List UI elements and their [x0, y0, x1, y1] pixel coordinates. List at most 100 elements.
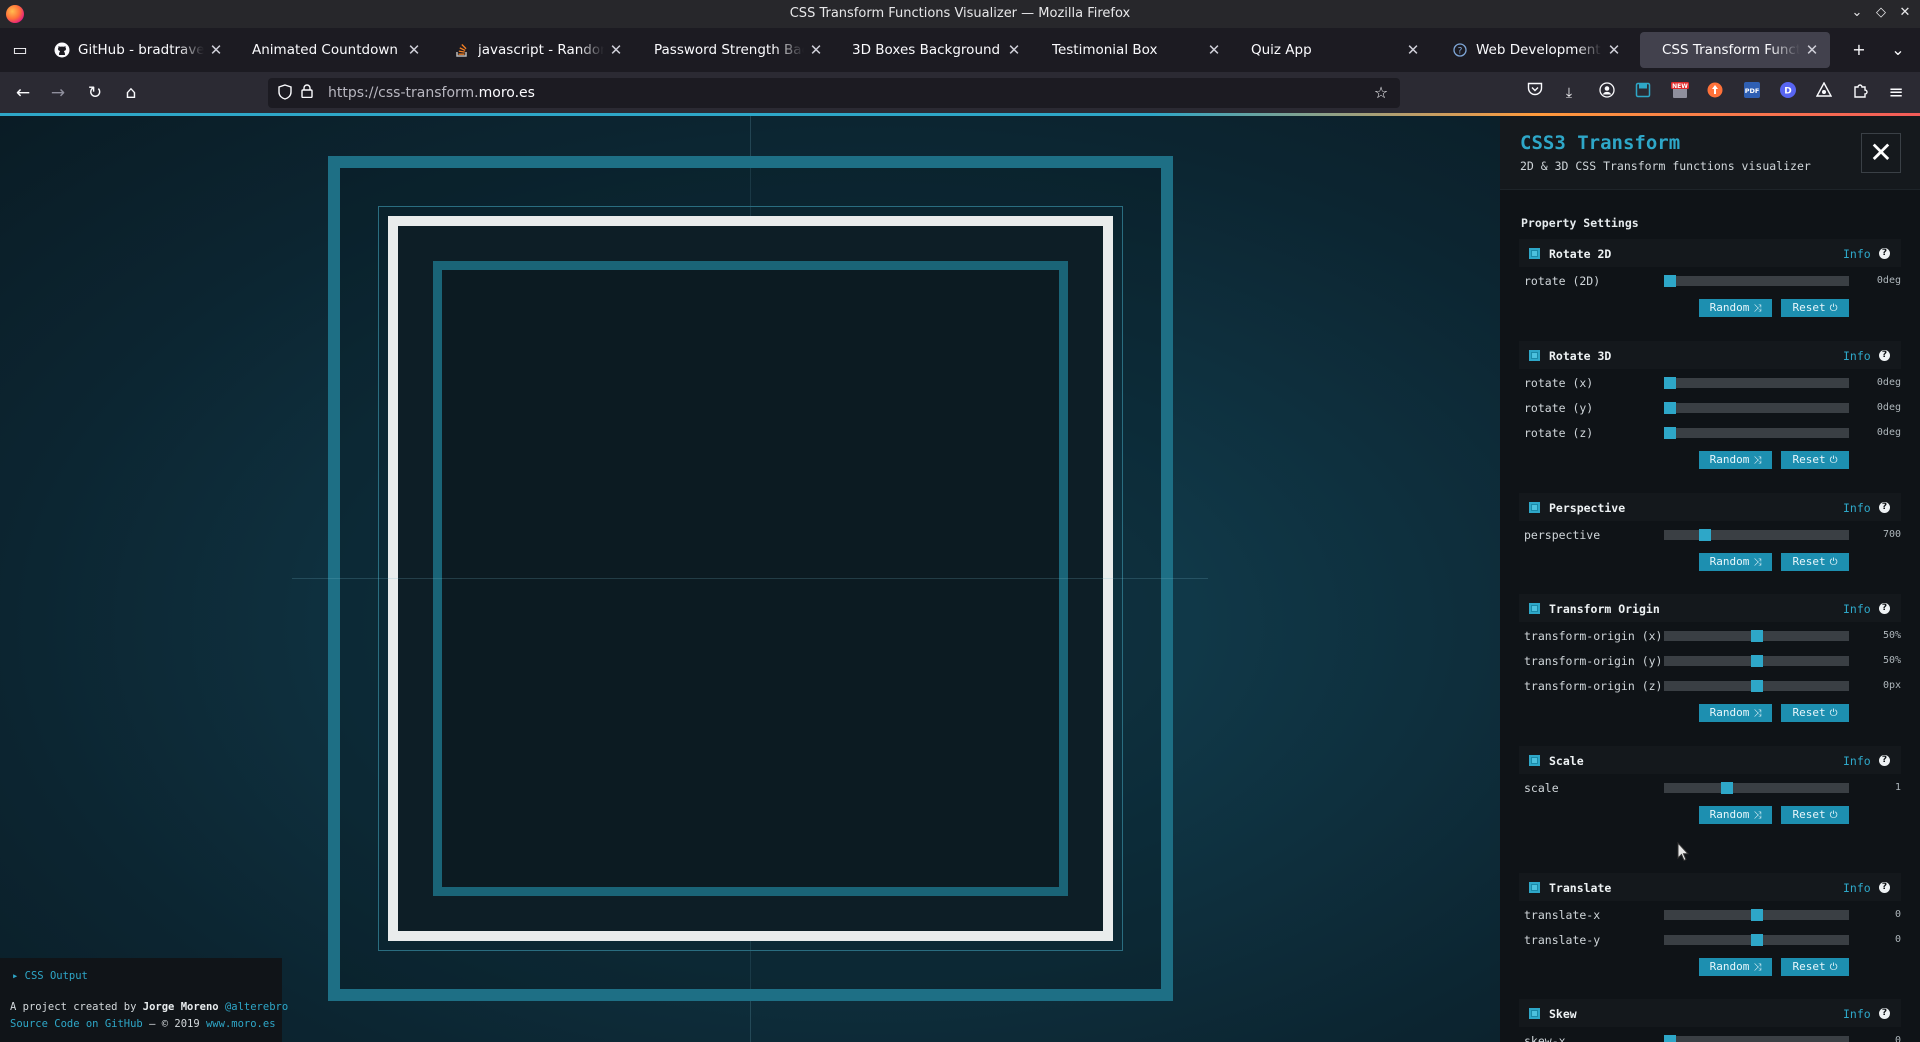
reset-button[interactable]: Reset ⏻: [1781, 704, 1849, 722]
slider-thumb[interactable]: [1663, 402, 1676, 414]
new-tab-icon[interactable]: +: [1849, 40, 1869, 60]
source-code-link[interactable]: Source Code on GitHub: [10, 1018, 143, 1030]
help-icon[interactable]: ?: [1879, 882, 1890, 893]
range-slider[interactable]: [1664, 934, 1849, 946]
bookmark-star-icon[interactable]: ☆: [1372, 84, 1390, 102]
home-icon[interactable]: ⌂: [120, 82, 142, 104]
tab-css-transform[interactable]: CSS Transform Functio ✕: [1640, 32, 1830, 68]
slider-thumb[interactable]: [1720, 782, 1733, 794]
tab-close-icon[interactable]: ✕: [608, 41, 624, 59]
range-slider[interactable]: [1664, 782, 1849, 794]
info-link[interactable]: Info: [1843, 501, 1871, 515]
help-icon[interactable]: ?: [1879, 755, 1890, 766]
account-icon[interactable]: [1596, 82, 1618, 104]
range-slider[interactable]: [1664, 655, 1849, 667]
range-slider[interactable]: [1663, 427, 1849, 439]
tab-close-icon[interactable]: ✕: [406, 41, 422, 59]
reset-button[interactable]: Reset ⏻: [1781, 451, 1849, 469]
minimize-window-icon[interactable]: ⌄: [1848, 4, 1866, 22]
tab-close-icon[interactable]: ✕: [1405, 41, 1421, 59]
range-slider[interactable]: [1664, 680, 1849, 692]
enable-checkbox[interactable]: [1529, 882, 1540, 893]
enable-checkbox[interactable]: [1529, 502, 1540, 513]
reset-button[interactable]: Reset ⏻: [1781, 958, 1849, 976]
info-link[interactable]: Info: [1843, 247, 1871, 261]
range-slider[interactable]: [1663, 402, 1849, 414]
range-slider[interactable]: [1664, 909, 1849, 921]
tab-close-icon[interactable]: ✕: [1606, 41, 1622, 59]
back-icon[interactable]: ←: [12, 82, 34, 104]
enable-checkbox[interactable]: [1529, 350, 1540, 361]
reset-button[interactable]: Reset ⏻: [1781, 299, 1849, 317]
tab-stackoverflow[interactable]: javascript - Random co ✕: [444, 32, 634, 68]
random-button[interactable]: Random ⤨: [1699, 451, 1772, 469]
tab-3d-boxes[interactable]: 3D Boxes Background ✕: [842, 32, 1032, 68]
tracking-protection-shield-icon[interactable]: [276, 84, 294, 102]
save-extension-icon[interactable]: [1632, 82, 1654, 104]
pocket-icon[interactable]: [1524, 82, 1546, 104]
range-slider[interactable]: [1664, 630, 1849, 642]
tab-quiz-app[interactable]: Quiz App ✕: [1241, 32, 1431, 68]
d-extension-icon[interactable]: D: [1777, 82, 1799, 104]
info-link[interactable]: Info: [1843, 881, 1871, 895]
extensions-puzzle-icon[interactable]: [1849, 82, 1871, 104]
help-icon[interactable]: ?: [1879, 248, 1890, 259]
range-slider[interactable]: [1663, 275, 1849, 287]
slider-thumb[interactable]: [1663, 377, 1676, 389]
slider-thumb[interactable]: [1750, 680, 1763, 692]
pdf-extension-icon[interactable]: PDF: [1741, 82, 1763, 104]
brave-extension-icon[interactable]: [1704, 82, 1726, 104]
random-button[interactable]: Random ⤨: [1699, 806, 1772, 824]
tab-animated-countdown[interactable]: Animated Countdown ✕: [242, 32, 432, 68]
hamburger-menu-icon[interactable]: ≡: [1885, 82, 1907, 104]
random-button[interactable]: Random ⤨: [1699, 299, 1772, 317]
range-slider[interactable]: [1664, 529, 1849, 541]
slider-thumb[interactable]: [1750, 934, 1763, 946]
css-output-toggle[interactable]: ▸ CSS Output: [12, 970, 88, 982]
enable-checkbox[interactable]: [1529, 603, 1540, 614]
downloads-icon[interactable]: ⤓: [1558, 82, 1580, 104]
tab-close-icon[interactable]: ✕: [1206, 41, 1222, 59]
random-button[interactable]: Random ⤨: [1699, 704, 1772, 722]
close-sidebar-button[interactable]: ✕: [1861, 133, 1901, 173]
slider-thumb[interactable]: [1663, 427, 1676, 439]
tab-password-strength[interactable]: Password Strength Backgro ✕: [644, 32, 834, 68]
tab-close-icon[interactable]: ✕: [1006, 41, 1022, 59]
forward-icon[interactable]: →: [47, 82, 69, 104]
help-icon[interactable]: ?: [1879, 603, 1890, 614]
slider-thumb[interactable]: [1663, 1035, 1676, 1042]
info-link[interactable]: Info: [1843, 349, 1871, 363]
new-badge-extension-icon[interactable]: NEW: [1669, 82, 1691, 104]
info-link[interactable]: Info: [1843, 602, 1871, 616]
help-icon[interactable]: ?: [1879, 502, 1890, 513]
tab-testimonial-box[interactable]: Testimonial Box ✕: [1042, 32, 1232, 68]
list-all-tabs-icon[interactable]: ⌄: [1888, 40, 1908, 60]
slider-thumb[interactable]: [1750, 909, 1763, 921]
firefox-view-icon[interactable]: ▭: [10, 40, 30, 60]
tab-close-icon[interactable]: ✕: [808, 41, 824, 59]
url-bar[interactable]: https://css-transform.moro.es ☆: [268, 78, 1400, 108]
help-icon[interactable]: ?: [1879, 350, 1890, 361]
author-handle-link[interactable]: @alterebro: [225, 1001, 288, 1013]
slider-thumb[interactable]: [1663, 275, 1676, 287]
info-link[interactable]: Info: [1843, 754, 1871, 768]
site-link[interactable]: www.moro.es: [206, 1018, 276, 1030]
reload-icon[interactable]: ↻: [84, 82, 106, 104]
close-window-icon[interactable]: ✕: [1896, 4, 1914, 22]
slider-thumb[interactable]: [1698, 529, 1711, 541]
slider-thumb[interactable]: [1750, 655, 1763, 667]
enable-checkbox[interactable]: [1529, 248, 1540, 259]
lock-icon[interactable]: [298, 84, 316, 102]
reset-button[interactable]: Reset ⏻: [1781, 806, 1849, 824]
tab-web-development[interactable]: ? Web Development Gui ✕: [1442, 32, 1632, 68]
range-slider[interactable]: [1663, 1035, 1849, 1042]
info-link[interactable]: Info: [1843, 1007, 1871, 1021]
random-button[interactable]: Random ⤨: [1699, 958, 1772, 976]
slider-thumb[interactable]: [1750, 630, 1763, 642]
help-icon[interactable]: ?: [1879, 1008, 1890, 1019]
tab-close-icon[interactable]: ✕: [1804, 41, 1820, 59]
tab-close-icon[interactable]: ✕: [208, 41, 224, 59]
maximize-window-icon[interactable]: ◇: [1872, 4, 1890, 22]
darkreader-extension-icon[interactable]: [1813, 81, 1835, 104]
tab-github[interactable]: GitHub - bradtraversy/ ✕: [44, 32, 234, 68]
